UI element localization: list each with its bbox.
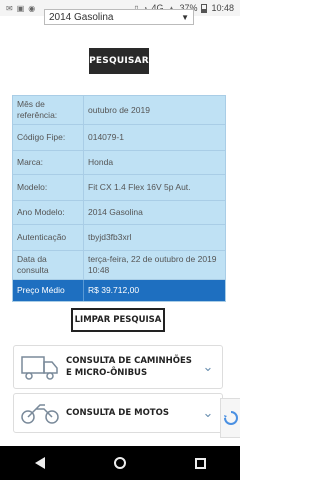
motorcycle-icon [14,400,66,426]
table-row: Marca: Honda [13,151,225,175]
chevron-down-icon: ⌄ [202,405,214,420]
search-button[interactable]: PESQUISAR [89,48,149,74]
year-select[interactable]: 2014 Gasolina ▼ [44,9,194,25]
table-row: Modelo: Fit CX 1.4 Flex 16V 5p Aut. [13,175,225,201]
row-label: Mês de referência: [13,96,84,124]
mail-icon: ✉ [6,3,13,13]
clear-search-button[interactable]: LIMPAR PESQUISA [71,308,165,332]
select-arrow-icon: ▼ [181,12,189,22]
row-label: Data da consulta [13,251,84,279]
recaptcha-icon [223,411,238,425]
row-value: terça-feira, 22 de outubro de 2019 10:48 [88,254,217,275]
row-label: Ano Modelo: [13,201,84,224]
price-row: Preço Médio R$ 39.712,00 [13,280,225,301]
price-label: Preço Médio [13,280,84,301]
back-icon[interactable] [34,457,45,469]
recaptcha-badge[interactable] [220,398,240,438]
row-label: Código Fipe: [13,125,84,150]
table-row: Mês de referência: outubro de 2019 [13,96,225,125]
year-select-value: 2014 Gasolina [49,11,114,23]
row-value: Honda [88,157,114,167]
truck-icon [14,352,66,382]
clock: 10:48 [211,3,234,13]
recent-apps-icon[interactable] [194,457,206,469]
table-row: Código Fipe: 014079-1 [13,125,225,151]
gallery-icon: ▣ [16,3,25,13]
row-value: outubro de 2019 [88,105,150,115]
price-value: R$ 39.712,00 [88,285,140,295]
motos-link-label: CONSULTA DE MOTOS [66,408,169,418]
row-value: 014079-1 [88,132,124,142]
row-label: Autenticação [13,225,84,250]
row-label: Modelo: [13,175,84,200]
trucks-link-label: CONSULTA DE CAMINHÕES E MICRO-ÔNIBUS [66,356,192,378]
trucks-link-card[interactable]: CONSULTA DE CAMINHÕES E MICRO-ÔNIBUS ⌄ [13,345,223,389]
chevron-down-icon: ⌄ [202,359,214,374]
notification-icon: ◉ [28,3,36,13]
row-value: Fit CX 1.4 Flex 16V 5p Aut. [88,182,191,192]
home-icon[interactable] [113,457,126,469]
row-value: tbyjd3fb3xrl [88,232,132,242]
motos-link-card[interactable]: CONSULTA DE MOTOS ⌄ [13,393,223,433]
row-label: Marca: [13,151,84,174]
table-row: Ano Modelo: 2014 Gasolina [13,201,225,225]
navigation-bar [0,446,240,480]
battery-icon [201,3,208,13]
table-row: Data da consulta terça-feira, 22 de outu… [13,251,225,280]
row-value: 2014 Gasolina [88,207,143,217]
result-table: Mês de referência: outubro de 2019 Códig… [12,95,226,302]
table-row: Autenticação tbyjd3fb3xrl [13,225,225,251]
